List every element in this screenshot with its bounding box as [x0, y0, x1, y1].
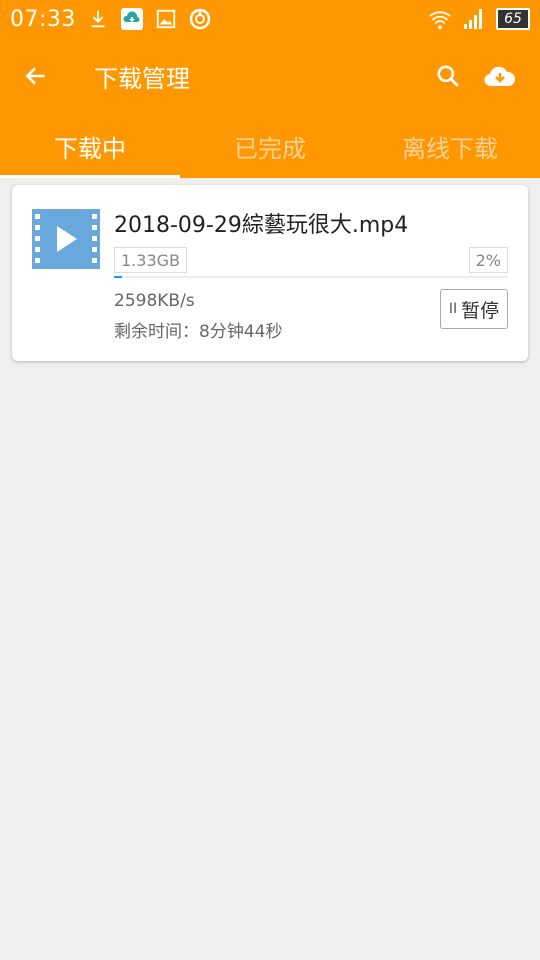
video-file-icon: [32, 209, 100, 269]
usb-download-icon: [86, 7, 110, 31]
tab-completed[interactable]: 已完成: [180, 114, 360, 178]
search-icon[interactable]: [422, 50, 474, 102]
image-icon: [154, 7, 178, 31]
tab-downloading[interactable]: 下载中: [0, 114, 180, 178]
back-arrow-icon[interactable]: [12, 52, 60, 100]
sync-icon: [188, 7, 212, 31]
cloud-download-icon[interactable]: [474, 50, 526, 102]
cloud-download-app-icon: [120, 7, 144, 31]
progress-percent: 2%: [468, 247, 508, 273]
page-title: 下载管理: [94, 64, 190, 93]
battery-icon: 65: [496, 8, 530, 30]
file-size: 1.33GB: [114, 247, 187, 273]
progress-fill: [114, 276, 122, 278]
tab-offline-download[interactable]: 离线下载: [360, 114, 540, 178]
pause-button[interactable]: II 暂停: [440, 289, 508, 329]
download-speed: 2598KB/s: [114, 291, 195, 311]
remaining-time: 剩余时间：8分钟44秒: [114, 322, 283, 342]
status-time: 07:33: [10, 6, 76, 32]
wifi-icon: [428, 7, 452, 31]
progress-track: [114, 276, 508, 278]
status-right: 65: [428, 7, 530, 31]
top-bar: 07:33 65 下载管理 下载中 已完成 离线下载: [0, 0, 540, 178]
app-bar: 下载管理: [0, 38, 540, 114]
status-bar: 07:33 65: [0, 0, 540, 38]
signal-icon: [462, 7, 486, 31]
tab-bar: 下载中 已完成 离线下载: [0, 114, 540, 178]
file-name: 2018-09-29綜藝玩很大.mp4: [114, 213, 409, 238]
pause-icon: II: [448, 301, 458, 317]
pause-label: 暂停: [461, 299, 500, 322]
status-left: 07:33: [10, 7, 212, 32]
download-item[interactable]: 2018-09-29綜藝玩很大.mp4 1.33GB 2% 2598KB/s 剩…: [12, 185, 528, 361]
